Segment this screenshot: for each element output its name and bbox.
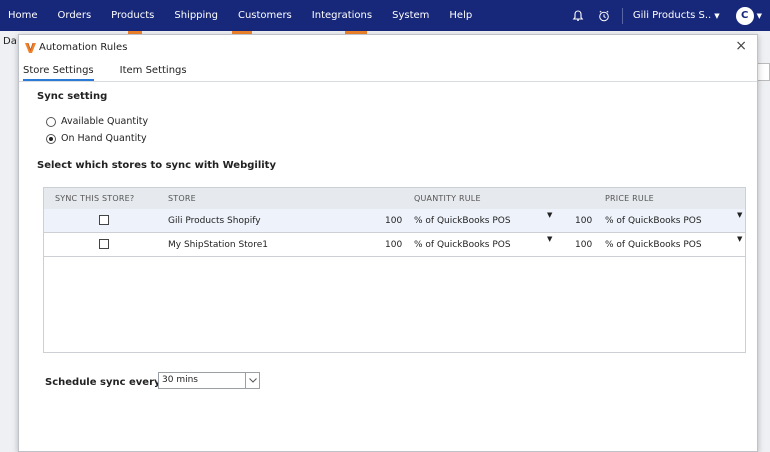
dialog-header: Automation Rules × bbox=[19, 35, 757, 60]
caret-down-icon[interactable]: ▼ bbox=[757, 12, 762, 20]
header-sync: SYNC THIS STORE? bbox=[55, 194, 135, 203]
nav-right-group: Gili Products S.. ▼ C ▼ bbox=[572, 0, 770, 31]
dropdown-caret-icon[interactable]: ▼ bbox=[547, 235, 552, 243]
header-store: STORE bbox=[168, 194, 196, 203]
quantity-rule-select[interactable]: % of QuickBooks POS bbox=[414, 240, 511, 250]
sync-checkbox[interactable] bbox=[99, 239, 109, 249]
nav-customers[interactable]: Customers bbox=[238, 10, 292, 21]
header-price-rule: PRICE RULE bbox=[605, 194, 654, 203]
automation-rules-dialog: Automation Rules × Store Settings Item S… bbox=[18, 34, 758, 452]
tab-item-settings[interactable]: Item Settings bbox=[120, 65, 187, 81]
tab-store-settings[interactable]: Store Settings bbox=[23, 65, 94, 81]
nav-divider bbox=[621, 7, 623, 24]
quantity-rule-select[interactable]: % of QuickBooks POS bbox=[414, 216, 511, 226]
nav-help[interactable]: Help bbox=[449, 10, 472, 21]
nav-integrations[interactable]: Integrations bbox=[312, 10, 372, 21]
sync-setting-title: Sync setting bbox=[37, 91, 108, 102]
sync-checkbox[interactable] bbox=[99, 215, 109, 225]
store-name: My ShipStation Store1 bbox=[168, 240, 268, 250]
radio-button-selected[interactable] bbox=[46, 133, 56, 144]
dropdown-caret-icon[interactable]: ▼ bbox=[737, 235, 742, 243]
nav-orders[interactable]: Orders bbox=[58, 10, 92, 21]
company-selector[interactable]: Gili Products S.. ▼ bbox=[633, 10, 720, 21]
table-row[interactable]: My ShipStation Store1 100 % of QuickBook… bbox=[44, 233, 745, 257]
nav-home[interactable]: Home bbox=[8, 10, 38, 21]
nav-shipping[interactable]: Shipping bbox=[174, 10, 218, 21]
radio-on-hand-quantity[interactable]: On Hand Quantity bbox=[46, 133, 147, 144]
price-value[interactable]: 100 bbox=[575, 216, 592, 226]
price-rule-select[interactable]: % of QuickBooks POS bbox=[605, 216, 702, 226]
nav-system[interactable]: System bbox=[392, 10, 429, 21]
dialog-title: Automation Rules bbox=[39, 42, 128, 53]
schedule-select[interactable]: 30 mins bbox=[158, 372, 260, 389]
table-header: SYNC THIS STORE? STORE QUANTITY RULE PRI… bbox=[44, 188, 745, 209]
dialog-tabs: Store Settings Item Settings bbox=[19, 60, 757, 82]
bell-icon[interactable] bbox=[572, 9, 584, 22]
avatar[interactable]: C bbox=[735, 6, 754, 25]
caret-down-icon: ▼ bbox=[714, 12, 720, 20]
radio-available-quantity[interactable]: Available Quantity bbox=[46, 116, 148, 127]
price-rule-select[interactable]: % of QuickBooks POS bbox=[605, 240, 702, 250]
table-row[interactable]: Gili Products Shopify 100 % of QuickBook… bbox=[44, 209, 745, 233]
background-tab: Da bbox=[3, 36, 17, 47]
price-value[interactable]: 100 bbox=[575, 240, 592, 250]
store-name: Gili Products Shopify bbox=[168, 216, 261, 226]
header-quantity-rule: QUANTITY RULE bbox=[414, 194, 481, 203]
dropdown-caret-icon[interactable]: ▼ bbox=[547, 211, 552, 219]
stores-section-title: Select which stores to sync with Webgili… bbox=[37, 160, 276, 171]
quantity-value[interactable]: 100 bbox=[385, 240, 402, 250]
chevron-down-icon[interactable] bbox=[245, 373, 259, 388]
schedule-value: 30 mins bbox=[162, 375, 198, 385]
company-name: Gili Products S.. bbox=[632, 10, 712, 21]
stores-table: SYNC THIS STORE? STORE QUANTITY RULE PRI… bbox=[43, 187, 746, 353]
top-navigation-bar: Home Orders Products Shipping Customers … bbox=[0, 0, 770, 31]
radio-label: On Hand Quantity bbox=[61, 133, 147, 144]
close-button[interactable]: × bbox=[735, 39, 747, 53]
dropdown-caret-icon[interactable]: ▼ bbox=[737, 211, 742, 219]
nav-products[interactable]: Products bbox=[111, 10, 154, 21]
radio-button[interactable] bbox=[46, 116, 56, 127]
schedule-label: Schedule sync every: bbox=[45, 377, 165, 388]
radio-label: Available Quantity bbox=[61, 116, 149, 127]
webgility-logo-icon bbox=[25, 42, 36, 53]
clock-icon[interactable] bbox=[598, 10, 610, 22]
quantity-value[interactable]: 100 bbox=[385, 216, 402, 226]
